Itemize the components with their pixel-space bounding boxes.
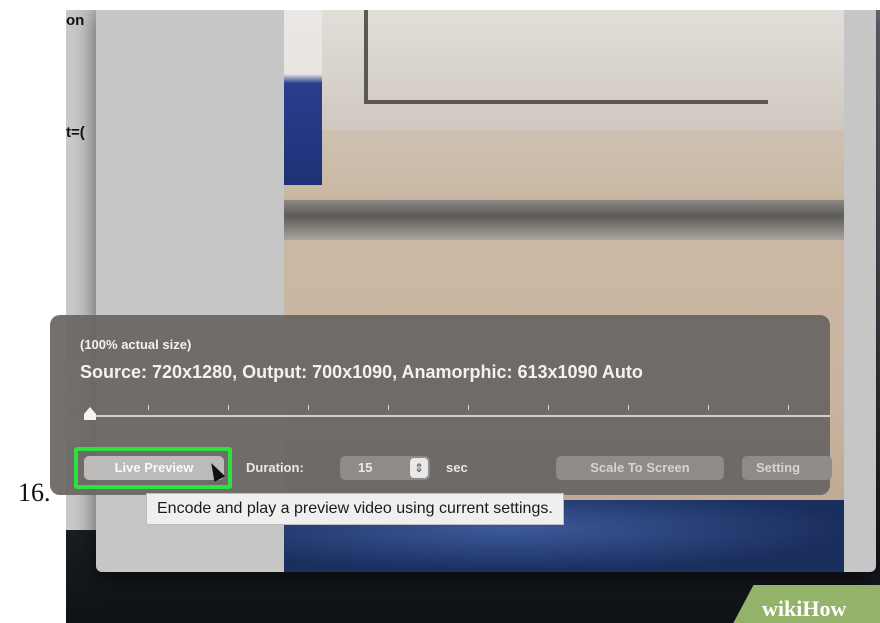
image-ledge [284, 200, 844, 240]
slider-tick [468, 405, 469, 410]
slider-tick [708, 405, 709, 410]
slider-tick [148, 405, 149, 410]
slider-tick [388, 405, 389, 410]
duration-label: Duration: [246, 460, 304, 475]
background-text-1: on [66, 12, 85, 29]
duration-field[interactable]: 15 ⇕ [340, 456, 430, 480]
source-info: Source: 720x1280, Output: 700x1090, Anam… [80, 362, 643, 382]
settings-button[interactable]: Setting [742, 456, 832, 480]
watermark-logo: wikiHow [762, 596, 846, 622]
slider-tick [788, 405, 789, 410]
duration-value: 15 [358, 460, 373, 475]
watermark-prefix: wiki [762, 596, 803, 621]
scale-to-screen-button[interactable]: Scale To Screen [556, 456, 724, 480]
slider-tick [308, 405, 309, 410]
preview-slider-track[interactable] [90, 415, 830, 417]
live-preview-button[interactable]: Live Preview [84, 456, 224, 480]
live-preview-tooltip: Encode and play a preview video using cu… [146, 493, 564, 525]
duration-stepper-icon[interactable]: ⇕ [410, 458, 428, 478]
background-text-2: t=( [66, 124, 85, 141]
image-door-frame [364, 10, 768, 104]
slider-tick [548, 405, 549, 410]
step-number: 16. [18, 478, 51, 507]
size-note: (100% actual size) [80, 337, 192, 352]
slider-tick [228, 405, 229, 410]
image-person [284, 10, 322, 185]
duration-unit: sec [446, 460, 468, 475]
slider-tick [628, 405, 629, 410]
watermark-suffix: How [802, 596, 847, 621]
preview-slider-knob[interactable] [84, 407, 96, 420]
